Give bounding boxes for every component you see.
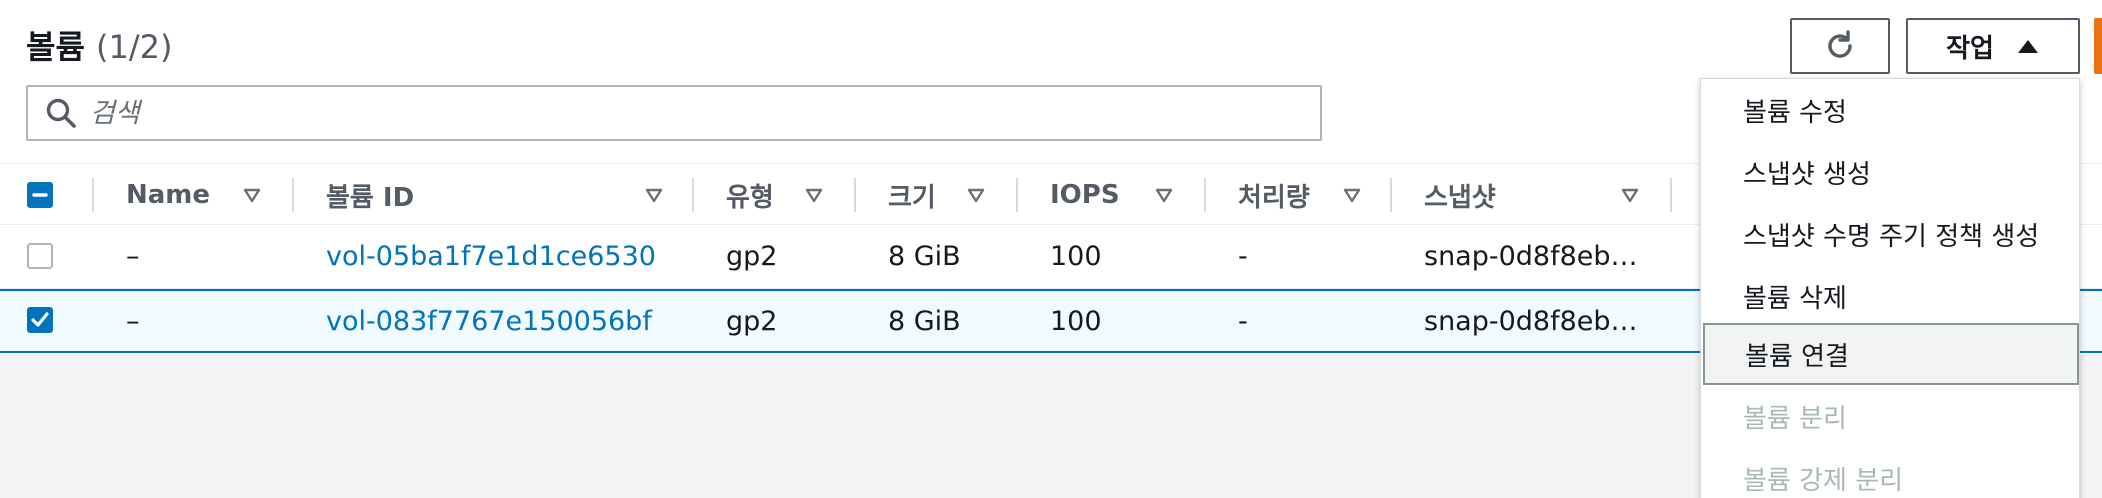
column-header-label: 볼륨 ID — [326, 182, 415, 213]
cell-name: – — [126, 240, 140, 272]
select-all-checkbox[interactable] — [27, 182, 53, 208]
cell-throughput: - — [1238, 240, 1248, 272]
sort-icon[interactable] — [1154, 185, 1174, 205]
cell-name: – — [126, 305, 140, 337]
cell-volume-id-link[interactable]: vol-083f7767e150056bf — [326, 291, 652, 351]
actions-button-label: 작업 — [1946, 33, 1994, 64]
column-separator — [292, 178, 294, 212]
selection-count: (1/2) — [96, 28, 173, 66]
cell-throughput: - — [1238, 305, 1248, 337]
cell-iops: 100 — [1050, 305, 1102, 337]
refresh-icon — [1828, 30, 1852, 58]
column-separator — [692, 178, 694, 212]
menu-item-create-snapshot[interactable]: 스냅샷 생성 — [1701, 141, 2081, 203]
cell-size: 8 GiB — [888, 240, 961, 272]
actions-button[interactable]: 작업 — [1906, 18, 2080, 74]
menu-item-attach-volume[interactable]: 볼륨 연결 — [1703, 323, 2079, 385]
cell-type: gp2 — [726, 305, 778, 337]
column-header-label: Name — [126, 180, 211, 210]
sort-icon[interactable] — [644, 185, 664, 205]
column-header-type[interactable]: 유형 — [726, 164, 826, 226]
column-header-label: 유형 — [726, 182, 774, 213]
search-box[interactable] — [26, 85, 1322, 141]
menu-item-create-snapshot-lifecycle-policy[interactable]: 스냅샷 수명 주기 정책 생성 — [1701, 203, 2081, 265]
sort-icon[interactable] — [804, 185, 824, 205]
caret-up-icon — [2017, 40, 2038, 53]
page-title: 볼륨 (1/2) — [26, 22, 173, 68]
column-header-label: 스냅샷 — [1424, 182, 1496, 213]
menu-item-delete-volume[interactable]: 볼륨 삭제 — [1701, 265, 2081, 327]
column-header-iops[interactable]: IOPS — [1050, 164, 1180, 226]
cell-snapshot: snap-0d8f8eb… — [1424, 305, 1638, 337]
column-separator — [1390, 178, 1392, 212]
sort-icon[interactable] — [1620, 185, 1640, 205]
column-separator — [1016, 178, 1018, 212]
column-header-label: IOPS — [1050, 180, 1120, 210]
column-header-label: 처리량 — [1238, 182, 1310, 213]
row-checkbox[interactable] — [27, 243, 53, 269]
column-separator — [1204, 178, 1206, 212]
column-header-volume-id[interactable]: 볼륨 ID — [326, 164, 666, 226]
column-separator — [92, 178, 94, 212]
sort-icon[interactable] — [242, 185, 262, 205]
column-header-size[interactable]: 크기 — [888, 164, 988, 226]
search-input[interactable] — [90, 97, 1240, 129]
search-icon — [46, 98, 76, 128]
menu-item-force-detach-volume: 볼륨 강제 분리 — [1743, 465, 1904, 496]
column-header-throughput[interactable]: 처리량 — [1238, 164, 1378, 226]
menu-item-detach-volume: 볼륨 분리 — [1743, 403, 1847, 434]
primary-button-edge[interactable] — [2094, 18, 2102, 74]
cell-snapshot: snap-0d8f8eb… — [1424, 240, 1638, 272]
cell-volume-id-link[interactable]: vol-05ba1f7e1d1ce6530 — [326, 225, 656, 287]
sort-icon[interactable] — [966, 185, 986, 205]
refresh-button[interactable] — [1790, 18, 1890, 74]
sort-icon[interactable] — [1342, 185, 1362, 205]
page-title-text: 볼륨 — [26, 28, 85, 66]
column-header-label: 크기 — [888, 182, 936, 213]
menu-item-modify-volume[interactable]: 볼륨 수정 — [1701, 79, 2081, 141]
cell-type: gp2 — [726, 240, 778, 272]
column-separator — [854, 178, 856, 212]
cell-iops: 100 — [1050, 240, 1102, 272]
column-header-snapshot[interactable]: 스냅샷 — [1424, 164, 1650, 226]
column-header-name[interactable]: Name — [126, 164, 290, 226]
actions-dropdown-menu: 볼륨 수정 스냅샷 생성 스냅샷 수명 주기 정책 생성 볼륨 삭제 볼륨 연결… — [1700, 78, 2080, 498]
column-separator — [1670, 178, 1672, 212]
cell-size: 8 GiB — [888, 305, 961, 337]
row-checkbox-checked[interactable] — [27, 307, 53, 333]
